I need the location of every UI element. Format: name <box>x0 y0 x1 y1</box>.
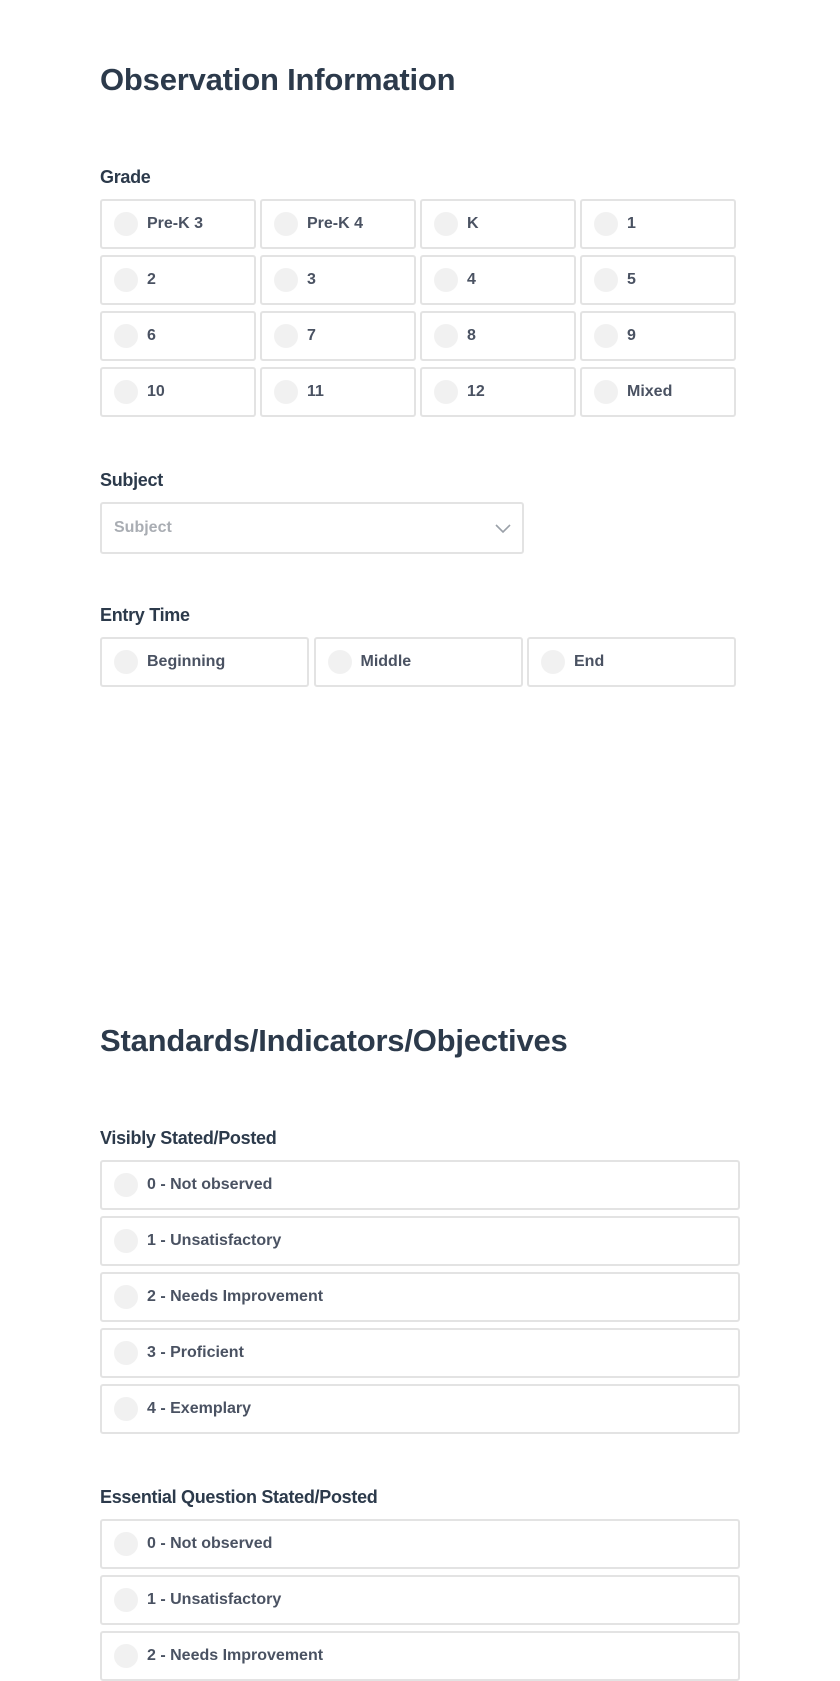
entry-time-option[interactable]: Beginning <box>100 637 309 687</box>
option-label: 0 - Not observed <box>147 1535 273 1552</box>
radio-circle-icon[interactable] <box>114 1229 138 1253</box>
radio-circle-icon[interactable] <box>114 650 138 674</box>
subject-select[interactable]: Subject <box>100 502 524 554</box>
grade-option[interactable]: 10 <box>100 367 256 417</box>
radio-circle-icon[interactable] <box>114 1532 138 1556</box>
grade-option[interactable]: 5 <box>580 255 736 305</box>
grade-option[interactable]: 9 <box>580 311 736 361</box>
radio-circle-icon[interactable] <box>114 1644 138 1668</box>
grade-option[interactable]: 1 <box>580 199 736 249</box>
grade-option[interactable]: 3 <box>260 255 416 305</box>
entry-time-label: Entry Time <box>100 605 190 625</box>
entry-time-option[interactable]: End <box>527 637 736 687</box>
option-label: 6 <box>147 327 156 344</box>
grade-option[interactable]: 6 <box>100 311 256 361</box>
radio-circle-icon[interactable] <box>114 268 138 292</box>
radio-circle-icon[interactable] <box>114 1173 138 1197</box>
radio-circle-icon[interactable] <box>594 324 618 348</box>
radio-circle-icon[interactable] <box>114 1341 138 1365</box>
entry-time-option[interactable]: Middle <box>313 637 523 687</box>
visibly-stated-label: Visibly Stated/Posted <box>100 1128 277 1148</box>
visibly-stated-option[interactable]: 4 - Exemplary <box>100 1384 740 1434</box>
grade-option[interactable]: 8 <box>420 311 576 361</box>
option-label: 4 <box>467 271 476 288</box>
radio-circle-icon[interactable] <box>114 1285 138 1309</box>
radio-circle-icon[interactable] <box>541 650 565 674</box>
essential-question-label: Essential Question Stated/Posted <box>100 1487 378 1507</box>
radio-circle-icon[interactable] <box>594 380 618 404</box>
observation-section-title: Observation Information <box>100 62 456 97</box>
radio-circle-icon[interactable] <box>274 324 298 348</box>
option-label: Pre-K 4 <box>307 215 364 232</box>
radio-circle-icon[interactable] <box>327 650 352 674</box>
grade-option[interactable]: 11 <box>260 367 416 417</box>
subject-placeholder: Subject <box>114 519 172 536</box>
option-label: Mixed <box>627 383 673 400</box>
subject-label: Subject <box>100 470 163 490</box>
visibly-stated-option[interactable]: 3 - Proficient <box>100 1328 740 1378</box>
option-label: Beginning <box>147 653 226 670</box>
option-label: 5 <box>627 271 636 288</box>
visibly-stated-option[interactable]: 0 - Not observed <box>100 1160 740 1210</box>
option-label: 1 - Unsatisfactory <box>147 1232 282 1249</box>
option-label: Pre-K 3 <box>147 215 204 232</box>
option-label: 4 - Exemplary <box>147 1400 252 1417</box>
option-label: 3 <box>307 271 316 288</box>
radio-circle-icon[interactable] <box>434 380 458 404</box>
grade-option[interactable]: Pre-K 3 <box>100 199 256 249</box>
option-label: 2 <box>147 271 156 288</box>
option-label: 12 <box>467 383 485 400</box>
radio-circle-icon[interactable] <box>114 380 138 404</box>
visibly-stated-option[interactable]: 1 - Unsatisfactory <box>100 1216 740 1266</box>
option-label: 11 <box>307 383 324 400</box>
radio-circle-icon[interactable] <box>434 324 458 348</box>
radio-circle-icon[interactable] <box>114 1588 138 1612</box>
option-label: Middle <box>360 653 412 670</box>
grade-label: Grade <box>100 167 151 187</box>
option-label: K <box>467 215 479 232</box>
grade-option[interactable]: Mixed <box>580 367 736 417</box>
grade-option[interactable]: Pre-K 4 <box>260 199 416 249</box>
option-label: 3 - Proficient <box>147 1344 244 1361</box>
option-label: 8 <box>467 327 476 344</box>
radio-circle-icon[interactable] <box>434 212 458 236</box>
option-label: 1 - Unsatisfactory <box>147 1591 282 1608</box>
option-label: 7 <box>307 327 316 344</box>
essential-question-option[interactable]: 2 - Needs Improvement <box>100 1631 740 1681</box>
radio-circle-icon[interactable] <box>274 268 298 292</box>
radio-circle-icon[interactable] <box>274 380 298 404</box>
radio-circle-icon[interactable] <box>114 324 138 348</box>
option-label: 0 - Not observed <box>147 1176 273 1193</box>
option-label: 2 - Needs Improvement <box>147 1288 324 1305</box>
option-label: 1 <box>627 215 636 232</box>
radio-circle-icon[interactable] <box>594 268 618 292</box>
option-label: 2 - Needs Improvement <box>147 1647 324 1664</box>
visibly-stated-option[interactable]: 2 - Needs Improvement <box>100 1272 740 1322</box>
grade-option[interactable]: 12 <box>420 367 576 417</box>
radio-circle-icon[interactable] <box>434 268 458 292</box>
option-label: 10 <box>147 383 165 400</box>
radio-circle-icon[interactable] <box>114 1397 138 1421</box>
radio-circle-icon[interactable] <box>114 212 138 236</box>
essential-question-option[interactable]: 0 - Not observed <box>100 1519 740 1569</box>
grade-option[interactable]: 2 <box>100 255 256 305</box>
standards-section-title: Standards/Indicators/Objectives <box>100 1023 568 1058</box>
grade-option[interactable]: K <box>420 199 576 249</box>
radio-circle-icon[interactable] <box>594 212 618 236</box>
radio-circle-icon[interactable] <box>274 212 298 236</box>
option-label: 9 <box>627 327 636 344</box>
chevron-down-icon <box>495 524 511 534</box>
grade-option[interactable]: 7 <box>260 311 416 361</box>
grade-option[interactable]: 4 <box>420 255 576 305</box>
option-label: End <box>574 653 605 670</box>
essential-question-option[interactable]: 1 - Unsatisfactory <box>100 1575 740 1625</box>
